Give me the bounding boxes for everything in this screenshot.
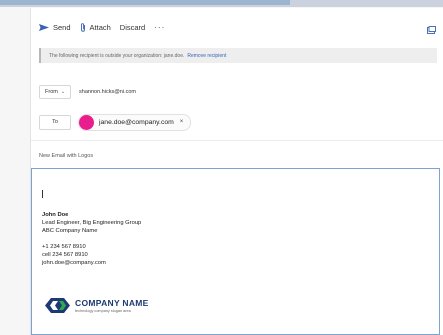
- remove-recipient-icon[interactable]: ×: [180, 119, 184, 125]
- company-logo-mark-icon: [45, 298, 70, 313]
- message-body-editor[interactable]: John Doe Lead Engineer, Big Engineering …: [31, 168, 440, 335]
- avatar: [79, 114, 94, 130]
- warning-text: The following recipient is outside your …: [49, 52, 185, 59]
- company-logo: COMPANY NAME technology company slogan a…: [45, 298, 149, 313]
- company-logo-name: COMPANY NAME: [75, 298, 149, 308]
- company-logo-tagline: technology company slogan area: [75, 309, 131, 313]
- email-signature: John Doe Lead Engineer, Big Engineering …: [42, 211, 141, 267]
- send-button[interactable]: Send: [39, 23, 71, 32]
- company-logo-text: COMPANY NAME technology company slogan a…: [75, 298, 149, 313]
- from-label: From: [45, 89, 58, 95]
- recipient-pill[interactable]: jane.doe@company.com ×: [78, 113, 192, 131]
- chevron-down-icon: ⌄: [60, 89, 66, 95]
- discard-label: Discard: [119, 22, 146, 32]
- signature-email: john.doe@company.com: [42, 260, 106, 266]
- signature-spacer: [42, 235, 141, 243]
- compose-toolbar: Send Attach Discard ···: [31, 17, 443, 37]
- more-options-button[interactable]: ···: [154, 23, 165, 32]
- discard-button[interactable]: Discard: [120, 23, 145, 32]
- header-divider: [31, 140, 443, 141]
- to-row: To jane.doe@company.com ×: [39, 113, 192, 131]
- window-top-strip: [0, 0, 443, 7]
- to-button[interactable]: To: [39, 114, 71, 130]
- external-recipient-warning: The following recipient is outside your …: [39, 48, 437, 63]
- subject-field[interactable]: New Email with Logos: [39, 153, 93, 159]
- text-cursor: [42, 190, 43, 198]
- signature-phone: +1 234 567 8910: [42, 244, 86, 250]
- signature-cell: cell 234 567 8910: [42, 252, 88, 258]
- recipient-address: jane.doe@company.com: [99, 118, 174, 126]
- attach-button[interactable]: Attach: [80, 23, 111, 32]
- signature-name: John Doe: [42, 212, 69, 218]
- more-icon: ···: [154, 22, 166, 32]
- remove-recipient-link[interactable]: Remove recipient: [187, 53, 226, 59]
- from-row: From ⌄ shannon.hicks@ni.com: [39, 85, 136, 99]
- paperclip-icon: [80, 22, 86, 32]
- to-label: To: [52, 119, 58, 125]
- signature-title: Lead Engineer, Big Engineering Group: [42, 220, 142, 226]
- from-address: shannon.hicks@ni.com: [79, 89, 136, 95]
- compose-pane: Send Attach Discard ··· The following re…: [30, 8, 443, 335]
- from-button[interactable]: From ⌄: [39, 85, 72, 99]
- send-label: Send: [53, 22, 71, 32]
- attach-label: Attach: [89, 22, 111, 32]
- window-title-bar: [0, 0, 290, 5]
- signature-company: ABC Company Name: [42, 228, 98, 234]
- send-icon: [39, 23, 49, 31]
- popout-icon[interactable]: [427, 21, 436, 34]
